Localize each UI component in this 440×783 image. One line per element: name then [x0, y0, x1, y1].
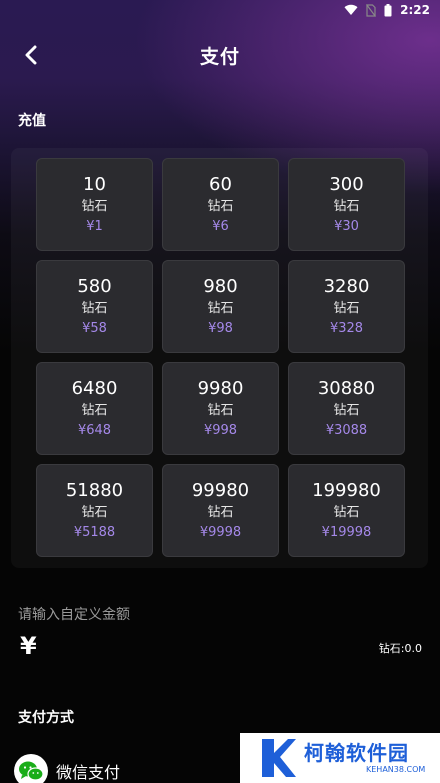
package-grid: 10 钻石 ¥1 60 钻石 ¥6 300 钻石 ¥30 580 钻石 ¥58 … — [36, 158, 405, 557]
package-card[interactable]: 10 钻石 ¥1 — [36, 158, 153, 251]
package-diamonds: 51880 — [65, 480, 124, 501]
package-diamonds: 199980 — [312, 480, 381, 501]
package-card[interactable]: 51880 钻石 ¥5188 — [36, 464, 153, 557]
package-card[interactable]: 980 钻石 ¥98 — [162, 260, 279, 353]
package-card[interactable]: 6480 钻石 ¥648 — [36, 362, 153, 455]
package-price: ¥3088 — [325, 423, 368, 438]
package-card[interactable]: 30880 钻石 ¥3088 — [288, 362, 405, 455]
package-unit: 钻石 — [207, 505, 234, 520]
header: 支付 — [0, 32, 440, 76]
no-sim-icon — [366, 3, 377, 17]
package-diamonds: 30880 — [317, 378, 376, 399]
package-diamonds: 3280 — [323, 276, 370, 297]
status-bar: 2:22 — [0, 0, 440, 20]
package-price: ¥9998 — [199, 525, 242, 540]
package-unit: 钻石 — [333, 505, 360, 520]
package-unit: 钻石 — [207, 403, 234, 418]
package-diamonds: 6480 — [71, 378, 118, 399]
package-price: ¥58 — [82, 321, 107, 336]
package-card[interactable]: 9980 钻石 ¥998 — [162, 362, 279, 455]
package-price: ¥6 — [212, 219, 229, 234]
package-diamonds: 980 — [203, 276, 238, 297]
package-unit: 钻石 — [81, 301, 108, 316]
package-unit: 钻石 — [207, 301, 234, 316]
package-diamonds: 99980 — [191, 480, 250, 501]
currency-symbol: ¥ — [20, 632, 37, 660]
package-price: ¥19998 — [321, 525, 372, 540]
package-price: ¥648 — [77, 423, 112, 438]
custom-amount-input[interactable] — [50, 632, 360, 662]
payment-method-label: 微信支付 — [56, 763, 121, 782]
package-unit: 钻石 — [81, 403, 108, 418]
watermark-name: 柯翰软件园 — [304, 741, 409, 765]
status-time: 2:22 — [400, 3, 430, 17]
wechat-icon — [14, 754, 48, 783]
watermark-logo-icon — [262, 739, 296, 777]
package-price: ¥328 — [329, 321, 364, 336]
package-unit: 钻石 — [333, 403, 360, 418]
package-card[interactable]: 199980 钻石 ¥19998 — [288, 464, 405, 557]
watermark-site: KEHAN38.COM — [366, 765, 426, 774]
package-unit: 钻石 — [81, 199, 108, 214]
package-diamonds: 60 — [209, 174, 232, 195]
package-diamonds: 580 — [77, 276, 112, 297]
diamond-readout: 钻石:0.0 — [378, 642, 422, 655]
package-price: ¥1 — [86, 219, 103, 234]
wifi-icon — [344, 4, 358, 15]
package-price: ¥998 — [203, 423, 238, 438]
payment-section-title: 支付方式 — [18, 710, 74, 726]
package-card[interactable]: 580 钻石 ¥58 — [36, 260, 153, 353]
package-price: ¥5188 — [73, 525, 116, 540]
package-card[interactable]: 3280 钻石 ¥328 — [288, 260, 405, 353]
recharge-section-title: 充值 — [18, 113, 46, 129]
package-diamonds: 9980 — [197, 378, 244, 399]
package-diamonds: 10 — [83, 174, 106, 195]
package-card[interactable]: 60 钻石 ¥6 — [162, 158, 279, 251]
payment-method-wechat[interactable]: 微信支付 — [14, 754, 121, 783]
package-diamonds: 300 — [329, 174, 364, 195]
page-title: 支付 — [199, 46, 240, 68]
package-card[interactable]: 99980 钻石 ¥9998 — [162, 464, 279, 557]
package-price: ¥30 — [334, 219, 359, 234]
package-unit: 钻石 — [207, 199, 234, 214]
package-price: ¥98 — [208, 321, 233, 336]
custom-amount-label: 请输入自定义金额 — [18, 607, 130, 623]
package-unit: 钻石 — [333, 199, 360, 214]
battery-icon — [384, 3, 392, 16]
package-unit: 钻石 — [81, 505, 108, 520]
watermark-text: 柯翰软件园 KEHAN38.COM — [304, 741, 425, 775]
watermark: 柯翰软件园 KEHAN38.COM — [240, 733, 440, 783]
package-card[interactable]: 300 钻石 ¥30 — [288, 158, 405, 251]
package-unit: 钻石 — [333, 301, 360, 316]
